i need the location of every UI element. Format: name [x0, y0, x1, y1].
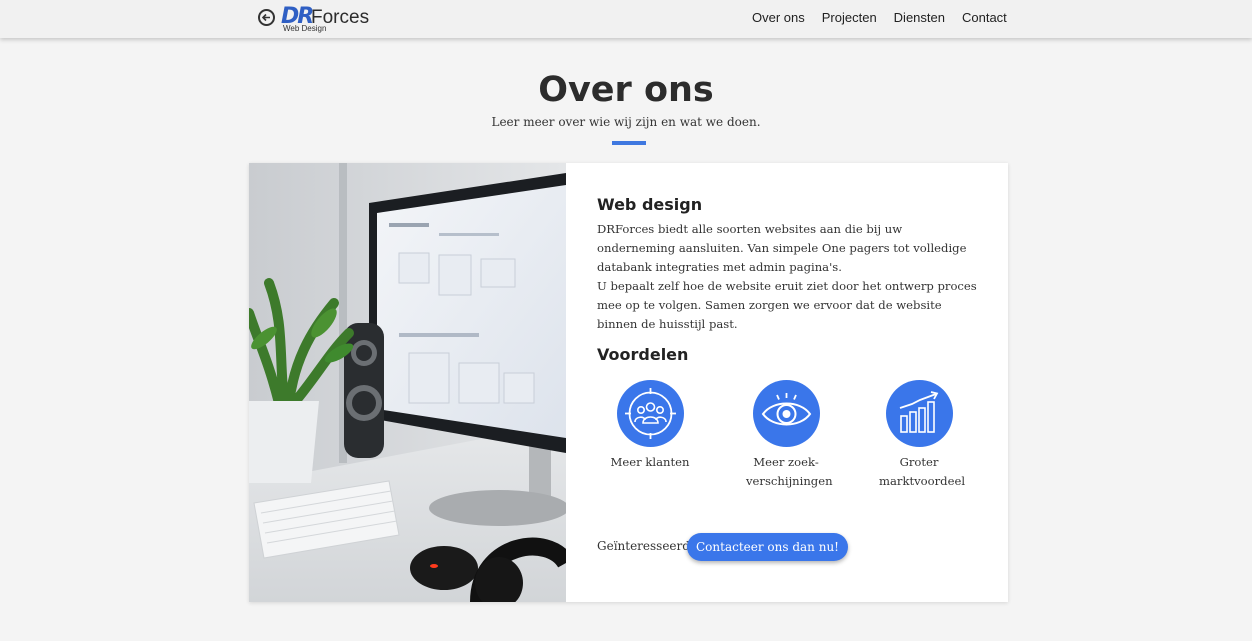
- web-design-heading: Web design: [597, 195, 703, 214]
- benefit-marktvoordeel: Groter marktvoordeel: [859, 380, 979, 491]
- page-title: Over ons: [538, 70, 714, 110]
- top-navbar: DR Forces Web Design Over ons Projecten …: [0, 0, 1252, 38]
- workspace-photo: [249, 163, 566, 602]
- benefit-label: Groter marktvoordeel: [879, 455, 966, 488]
- benefit-label: Meer zoek-verschijningen: [746, 455, 833, 488]
- about-card: Web design DRForces biedt alle soorten w…: [249, 163, 1008, 602]
- nav-link-contact[interactable]: Contact: [962, 10, 1007, 25]
- nav-links: Over ons Projecten Diensten Contact: [752, 10, 1024, 25]
- benefit-meer-klanten: Meer klanten: [590, 380, 710, 472]
- web-design-text: DRForces biedt alle soorten websites aan…: [597, 220, 977, 334]
- nav-link-projecten[interactable]: Projecten: [822, 10, 877, 25]
- nav-link-over-ons[interactable]: Over ons: [752, 10, 805, 25]
- growth-chart-icon: [885, 380, 953, 447]
- logo-subtitle: Web Design: [283, 24, 327, 33]
- eye-icon: [752, 380, 820, 447]
- nav-link-diensten[interactable]: Diensten: [894, 10, 945, 25]
- web-design-paragraph-2: U bepaalt zelf hoe de website eruit ziet…: [597, 279, 977, 331]
- web-design-paragraph-1: DRForces biedt alle soorten websites aan…: [597, 222, 967, 274]
- voordelen-heading: Voordelen: [597, 345, 689, 364]
- benefit-label: Meer klanten: [610, 455, 690, 469]
- contact-button[interactable]: Contacteer ons dan nu!: [687, 533, 848, 561]
- benefit-zoekverschijningen: Meer zoek-verschijningen: [726, 380, 846, 491]
- back-arrow-icon[interactable]: [258, 9, 275, 26]
- cta-question: Geïnteresseerd?: [597, 539, 697, 553]
- people-target-icon: [616, 380, 684, 447]
- page-subtitle: Leer meer over wie wij zijn en wat we do…: [491, 115, 761, 129]
- logo[interactable]: DR Forces Web Design: [281, 4, 376, 34]
- title-underline: [612, 141, 646, 145]
